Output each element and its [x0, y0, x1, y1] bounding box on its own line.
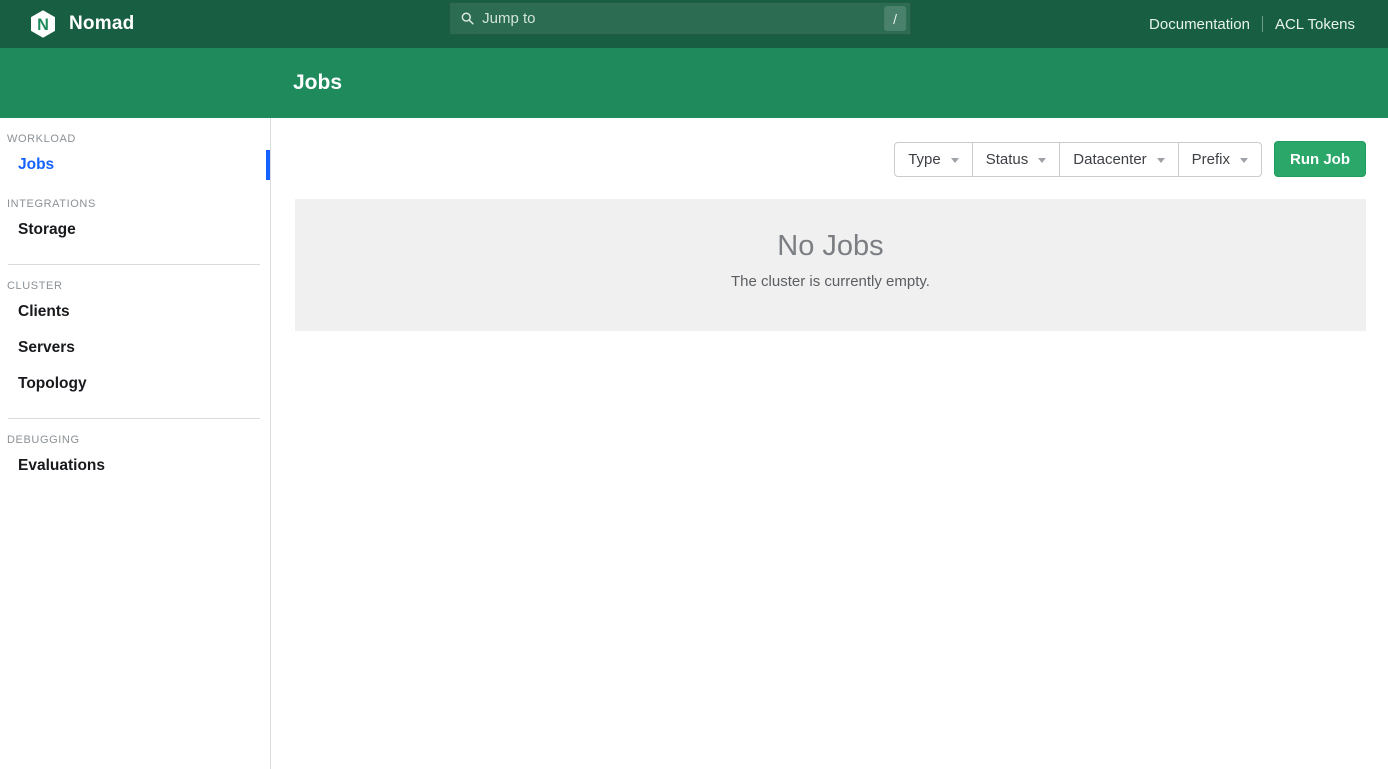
sidebar-section-integrations: INTEGRATIONS	[7, 198, 270, 210]
sidebar-item-label: Jobs	[18, 156, 54, 173]
caret-down-icon	[1157, 158, 1165, 163]
sidebar-item-label: Evaluations	[18, 457, 105, 474]
filter-type-dropdown[interactable]: Type	[894, 142, 973, 177]
navbar-links: Documentation ACL Tokens	[1149, 16, 1355, 33]
filter-group: Type Status Datacenter Prefix	[894, 142, 1262, 177]
search-input[interactable]	[482, 10, 884, 27]
empty-state-title: No Jobs	[295, 230, 1366, 263]
keyboard-shortcut-badge: /	[884, 6, 906, 31]
sidebar-section-cluster: CLUSTER	[7, 280, 270, 292]
sidebar-divider	[8, 418, 260, 419]
sidebar-item-label: Servers	[18, 339, 75, 356]
empty-state-message: The cluster is currently empty.	[295, 273, 1366, 290]
sidebar-section-workload: WORKLOAD	[7, 133, 270, 145]
sidebar-item-label: Clients	[18, 303, 70, 320]
sidebar-item-servers[interactable]: Servers	[0, 330, 270, 366]
nomad-logo-icon[interactable]: N	[28, 9, 58, 39]
svg-text:N: N	[37, 16, 49, 34]
filter-label: Prefix	[1192, 151, 1230, 168]
jump-to-search[interactable]: /	[449, 2, 911, 35]
filter-prefix-dropdown[interactable]: Prefix	[1178, 142, 1262, 177]
sidebar-item-label: Topology	[18, 375, 87, 392]
sidebar-section-debugging: DEBUGGING	[7, 434, 270, 446]
page-title: Jobs	[293, 71, 342, 95]
sidebar-item-label: Storage	[18, 221, 76, 238]
filter-status-dropdown[interactable]: Status	[972, 142, 1061, 177]
sidebar: WORKLOAD Jobs INTEGRATIONS Storage CLUST…	[0, 118, 271, 769]
filter-label: Type	[908, 151, 941, 168]
sidebar-item-evaluations[interactable]: Evaluations	[0, 448, 270, 484]
main-content: Type Status Datacenter Prefix Run Job	[271, 118, 1388, 769]
sidebar-divider	[8, 264, 260, 265]
filter-label: Status	[986, 151, 1029, 168]
caret-down-icon	[1240, 158, 1248, 163]
page-header: Jobs	[0, 48, 1388, 118]
run-job-button[interactable]: Run Job	[1274, 141, 1366, 177]
active-indicator	[266, 150, 270, 180]
empty-state: No Jobs The cluster is currently empty.	[295, 199, 1366, 331]
acl-tokens-link[interactable]: ACL Tokens	[1275, 16, 1355, 33]
sidebar-item-storage[interactable]: Storage	[0, 212, 270, 248]
filter-label: Datacenter	[1073, 151, 1146, 168]
brand-name[interactable]: Nomad	[69, 13, 134, 35]
search-icon	[459, 10, 476, 27]
documentation-link[interactable]: Documentation	[1149, 16, 1250, 33]
caret-down-icon	[951, 158, 959, 163]
caret-down-icon	[1038, 158, 1046, 163]
sidebar-item-topology[interactable]: Topology	[0, 366, 270, 402]
filter-datacenter-dropdown[interactable]: Datacenter	[1059, 142, 1178, 177]
navbar-separator	[1262, 16, 1263, 32]
sidebar-item-jobs[interactable]: Jobs	[0, 147, 270, 183]
sidebar-item-clients[interactable]: Clients	[0, 294, 270, 330]
jobs-toolbar: Type Status Datacenter Prefix Run Job	[295, 141, 1366, 177]
main-layout: WORKLOAD Jobs INTEGRATIONS Storage CLUST…	[0, 118, 1388, 769]
top-navbar: N Nomad / Documentation ACL Tokens	[0, 0, 1388, 48]
brand-area[interactable]: N Nomad	[28, 9, 134, 39]
